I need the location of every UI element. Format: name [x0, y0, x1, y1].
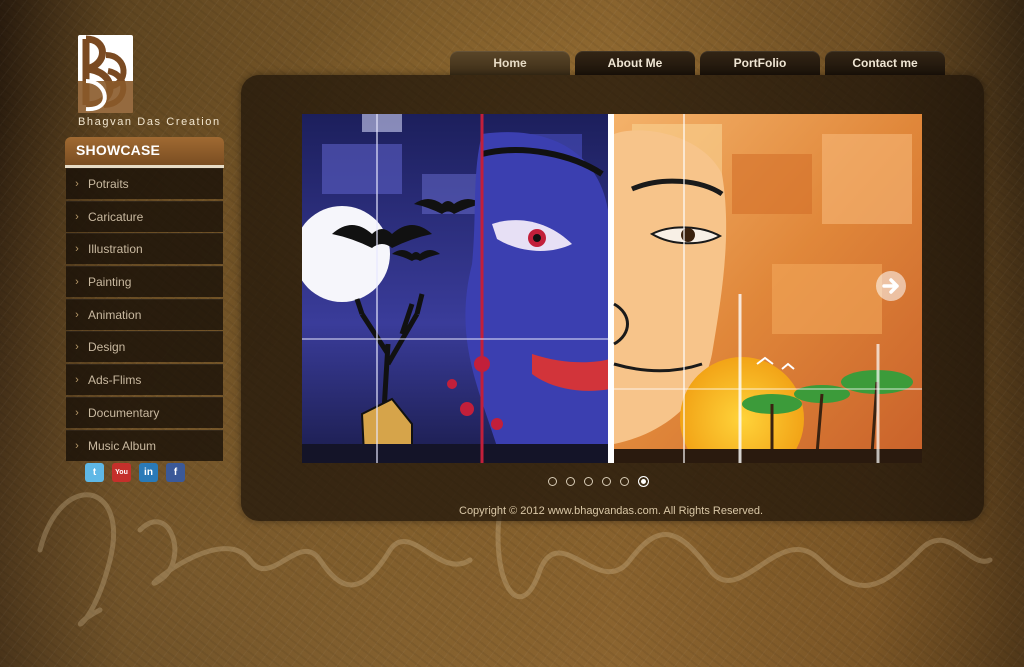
slide-dot-3[interactable]	[584, 477, 593, 486]
social-links: t You in f	[85, 463, 185, 482]
menu-item-animation[interactable]: › Animation	[66, 298, 223, 330]
menu-item-label: Music Album	[88, 438, 157, 453]
slide-dot-5[interactable]	[620, 477, 629, 486]
tab-contact-me[interactable]: Contact me	[825, 51, 945, 75]
chevron-right-icon: ›	[75, 276, 79, 289]
chevron-right-icon: ›	[75, 406, 79, 419]
slide-dot-2[interactable]	[566, 477, 575, 486]
linkedin-icon[interactable]: in	[139, 463, 158, 482]
slide-dot-6[interactable]	[638, 476, 649, 487]
menu-item-illustration[interactable]: › Illustration	[66, 233, 223, 265]
brand-logo[interactable]: Bhagvan Das Creation	[76, 33, 221, 133]
menu-item-label: Design	[88, 340, 126, 355]
facebook-icon[interactable]: f	[166, 463, 185, 482]
menu-item-painting[interactable]: › Painting	[66, 266, 223, 298]
arrow-right-icon[interactable]	[876, 271, 906, 301]
chevron-right-icon: ›	[75, 243, 79, 256]
main-nav: Home About Me PortFolio Contact me	[450, 51, 945, 75]
chevron-right-icon: ›	[75, 178, 79, 190]
youtube-icon[interactable]: You	[112, 463, 131, 482]
showcase-menu: › Potraits › Caricature › Illustration ›…	[66, 168, 223, 462]
chevron-right-icon: ›	[75, 374, 79, 387]
menu-item-potraits[interactable]: › Potraits	[66, 168, 223, 199]
menu-item-documentary[interactable]: › Documentary	[66, 396, 223, 428]
chevron-right-icon: ›	[75, 439, 79, 452]
menu-item-label: Painting	[88, 275, 132, 290]
bd-monogram-icon	[78, 35, 133, 113]
menu-item-ads-flims[interactable]: › Ads-Flims	[66, 364, 223, 396]
chevron-right-icon: ›	[75, 341, 79, 354]
slide-dot-1[interactable]	[548, 477, 557, 486]
menu-item-label: Documentary	[88, 405, 160, 420]
showcase-heading: SHOWCASE	[76, 142, 161, 158]
tab-home[interactable]: Home	[450, 51, 570, 75]
twitter-icon[interactable]: t	[85, 463, 104, 482]
menu-item-design[interactable]: › Design	[66, 331, 223, 363]
tab-portfolio[interactable]: PortFolio	[700, 51, 820, 75]
menu-item-label: Ads-Flims	[88, 373, 142, 388]
chevron-right-icon: ›	[75, 210, 79, 223]
tab-about-me[interactable]: About Me	[575, 51, 695, 75]
artwork-slide-image[interactable]	[302, 114, 922, 463]
copyright-text: Copyright © 2012 www.bhagvandas.com. All…	[459, 505, 764, 517]
menu-item-label: Potraits	[88, 177, 129, 191]
menu-item-caricature[interactable]: › Caricature	[66, 200, 223, 232]
menu-item-label: Animation	[88, 307, 142, 322]
slide-pagination	[548, 476, 649, 487]
showcase-heading-bar: SHOWCASE	[65, 137, 224, 168]
brand-name: Bhagvan Das Creation	[78, 116, 221, 128]
slide-dot-4[interactable]	[602, 477, 611, 486]
menu-item-label: Illustration	[88, 242, 143, 257]
menu-item-music-album[interactable]: › Music Album	[66, 429, 223, 461]
menu-item-label: Caricature	[88, 209, 144, 224]
chevron-right-icon: ›	[75, 308, 79, 321]
